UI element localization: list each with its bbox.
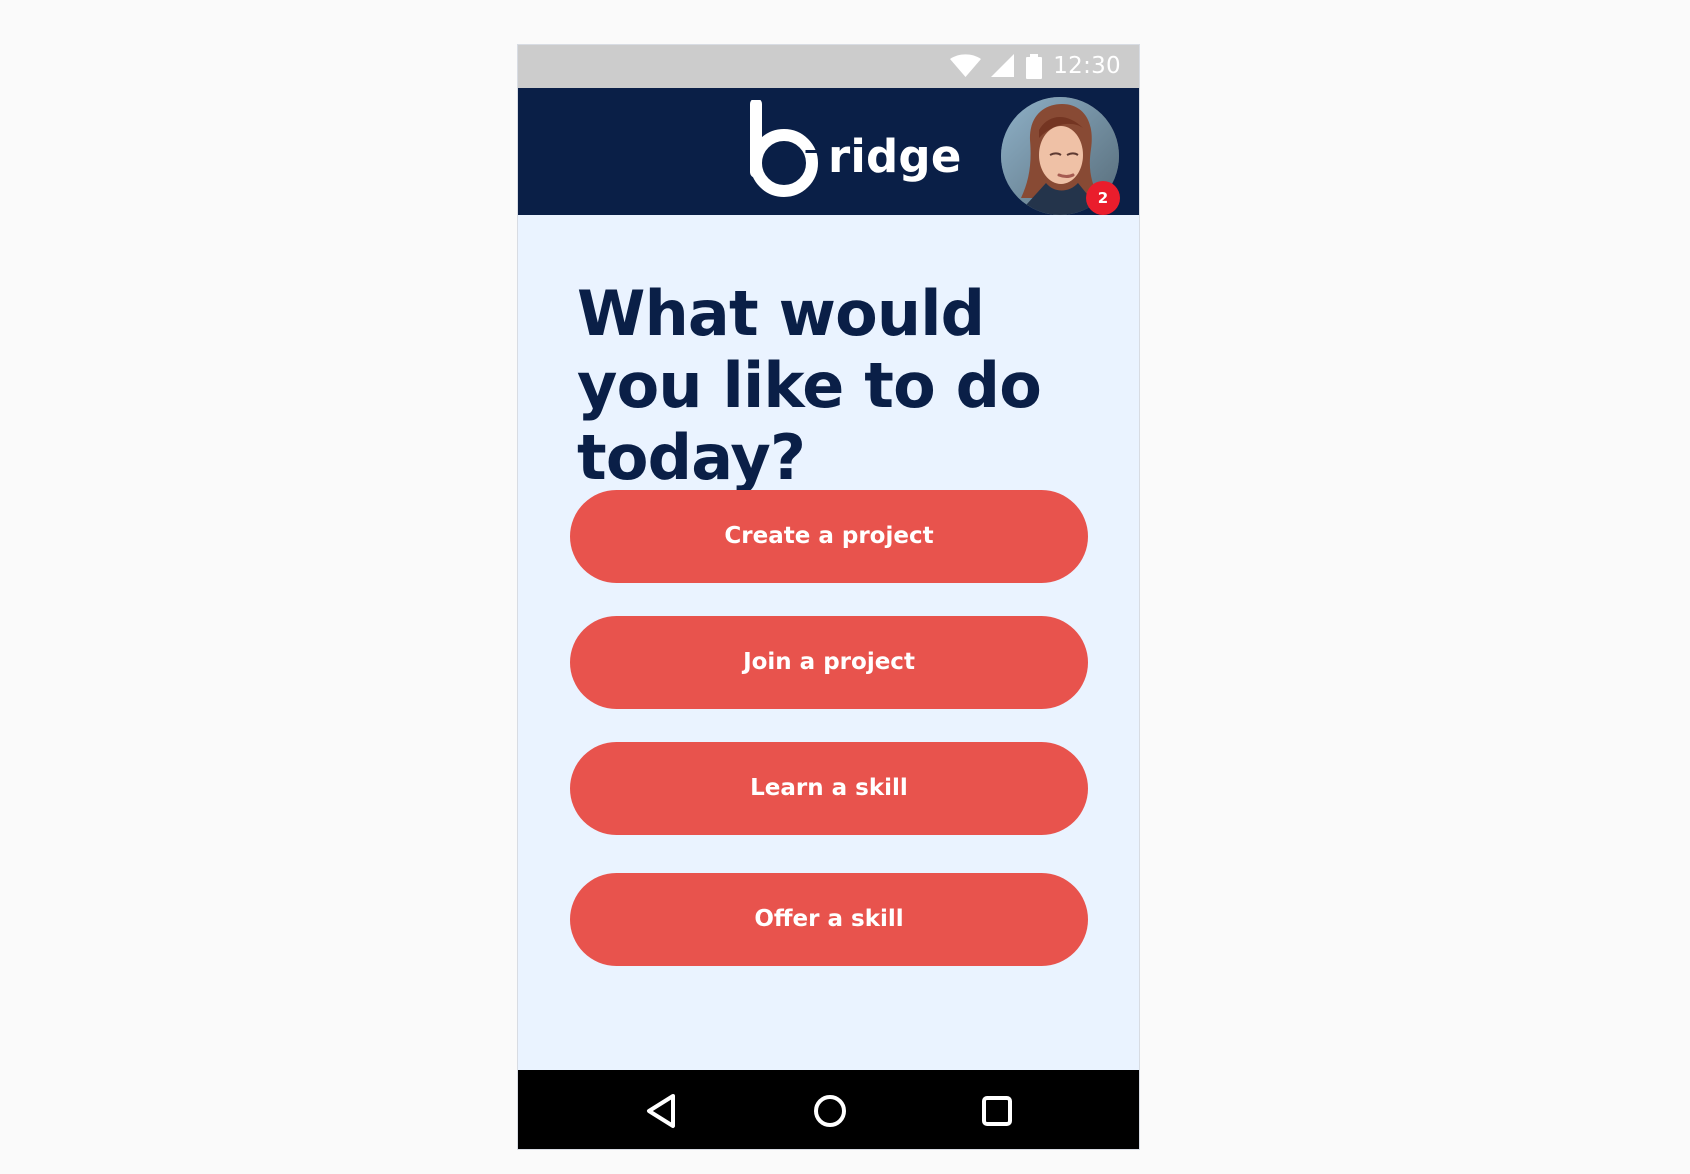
home-button[interactable] <box>807 1088 853 1134</box>
clock-time: 12:30 <box>1053 53 1121 79</box>
logo-wordmark: ridge <box>828 130 962 183</box>
recent-apps-button[interactable] <box>974 1088 1020 1134</box>
bridge-logo-b-icon <box>750 100 818 197</box>
status-bar: 12:30 <box>518 45 1139 88</box>
bridge-logo[interactable]: ridge <box>739 100 961 202</box>
home-icon <box>814 1095 846 1127</box>
signal-icon <box>991 54 1015 77</box>
back-button[interactable] <box>638 1088 684 1134</box>
create-project-button[interactable]: Create a project <box>570 490 1088 583</box>
join-project-button[interactable]: Join a project <box>570 616 1088 709</box>
recent-apps-icon <box>982 1096 1012 1126</box>
battery-icon <box>1026 53 1043 79</box>
page-title: What would you like to do today? <box>577 277 1042 494</box>
offer-skill-button[interactable]: Offer a skill <box>570 873 1088 966</box>
status-icons: 12:30 <box>950 53 1121 79</box>
profile-avatar-button[interactable]: 2 <box>1001 97 1120 215</box>
notification-badge: 2 <box>1086 181 1120 215</box>
app-header: ridge 2 <box>518 88 1139 215</box>
home-content: What would you like to do today? Create … <box>518 215 1139 1070</box>
system-navigation-bar <box>518 1070 1139 1149</box>
back-icon <box>647 1094 675 1128</box>
learn-skill-button[interactable]: Learn a skill <box>570 742 1088 835</box>
phone-screen: 12:30 ridge 2 What would you like to do … <box>517 44 1140 1150</box>
wifi-icon <box>950 54 982 77</box>
